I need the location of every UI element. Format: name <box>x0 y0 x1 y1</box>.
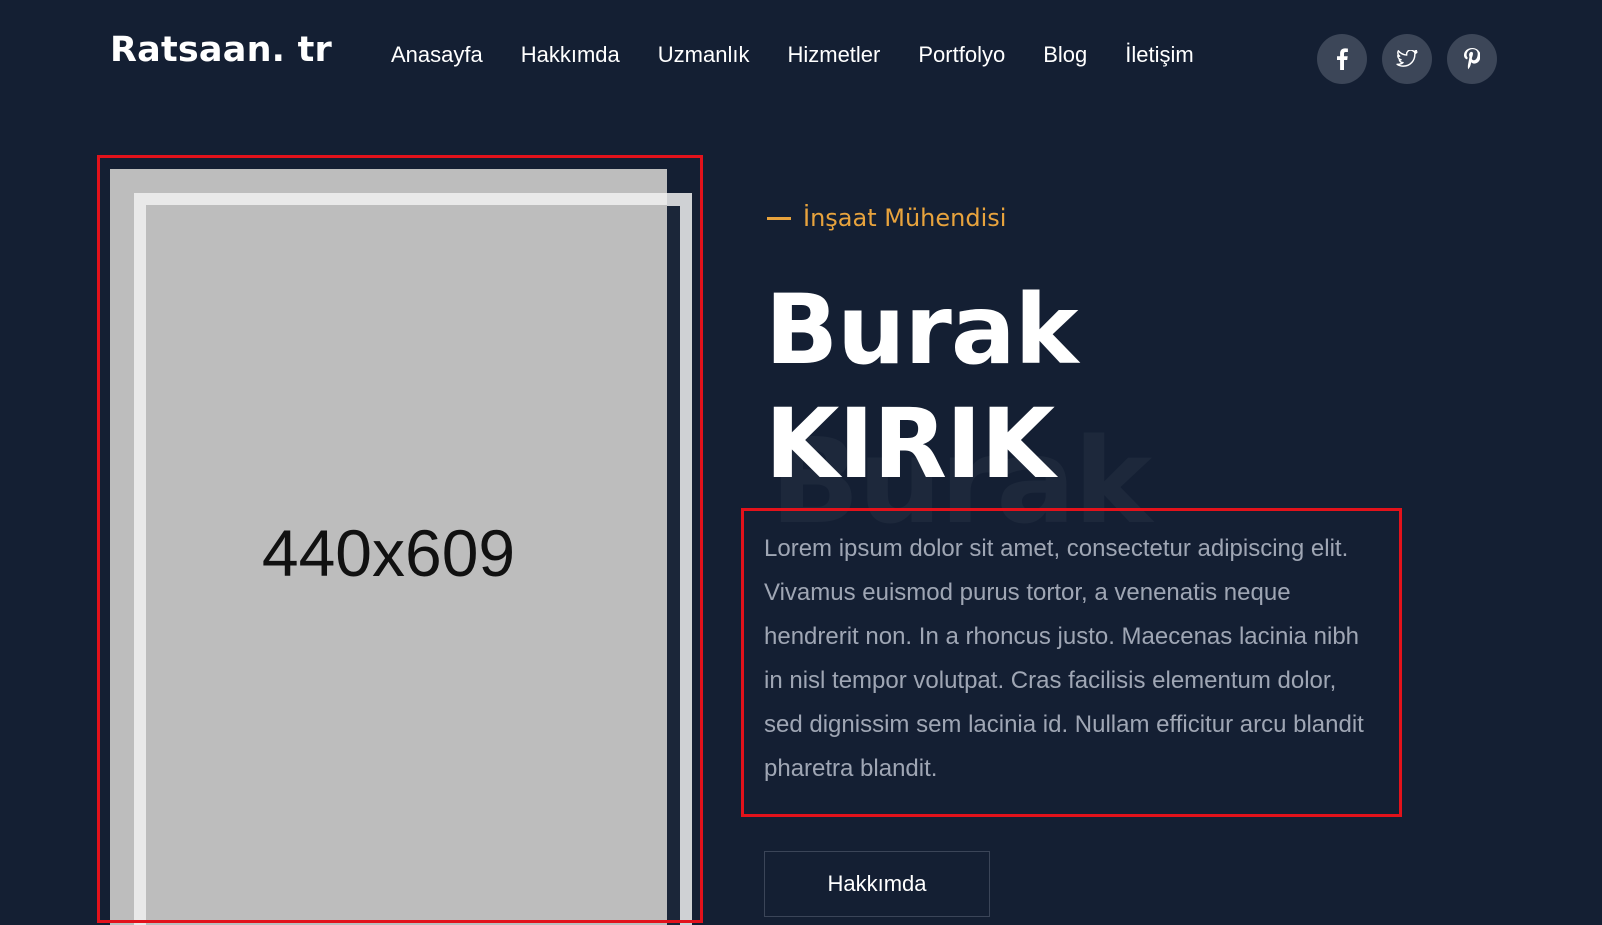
nav-item-hakkimda[interactable]: Hakkımda <box>521 42 620 68</box>
nav-item-portfolyo[interactable]: Portfolyo <box>918 42 1005 68</box>
page: Ratsaan. tr Anasayfa Hakkımda Uzmanlık H… <box>0 0 1602 925</box>
main-nav: Anasayfa Hakkımda Uzmanlık Hizmetler Por… <box>391 42 1232 68</box>
hero-subtitle: İnşaat Mühendisi <box>767 204 1006 232</box>
nav-item-anasayfa[interactable]: Anasayfa <box>391 42 483 68</box>
nav-item-iletisim[interactable]: İletişim <box>1125 42 1193 68</box>
hero-name-first: Burak <box>765 274 1078 386</box>
nav-item-uzmanlik[interactable]: Uzmanlık <box>658 42 750 68</box>
image-highlight-outline <box>97 155 703 923</box>
facebook-icon <box>1335 48 1349 70</box>
twitter-button[interactable] <box>1382 34 1432 84</box>
subtitle-dash <box>767 216 791 220</box>
twitter-icon <box>1396 50 1418 68</box>
nav-item-hizmetler[interactable]: Hizmetler <box>787 42 880 68</box>
subtitle-text: İnşaat Mühendisi <box>803 204 1007 232</box>
pinterest-icon <box>1464 48 1480 70</box>
description-highlight-outline <box>741 508 1402 817</box>
facebook-button[interactable] <box>1317 34 1367 84</box>
about-button[interactable]: Hakkımda <box>764 851 990 917</box>
hero-name-last: KIRIK <box>765 388 1055 500</box>
nav-item-blog[interactable]: Blog <box>1043 42 1087 68</box>
social-links <box>1317 34 1512 84</box>
pinterest-button[interactable] <box>1447 34 1497 84</box>
site-logo[interactable]: Ratsaan. tr <box>110 30 332 70</box>
